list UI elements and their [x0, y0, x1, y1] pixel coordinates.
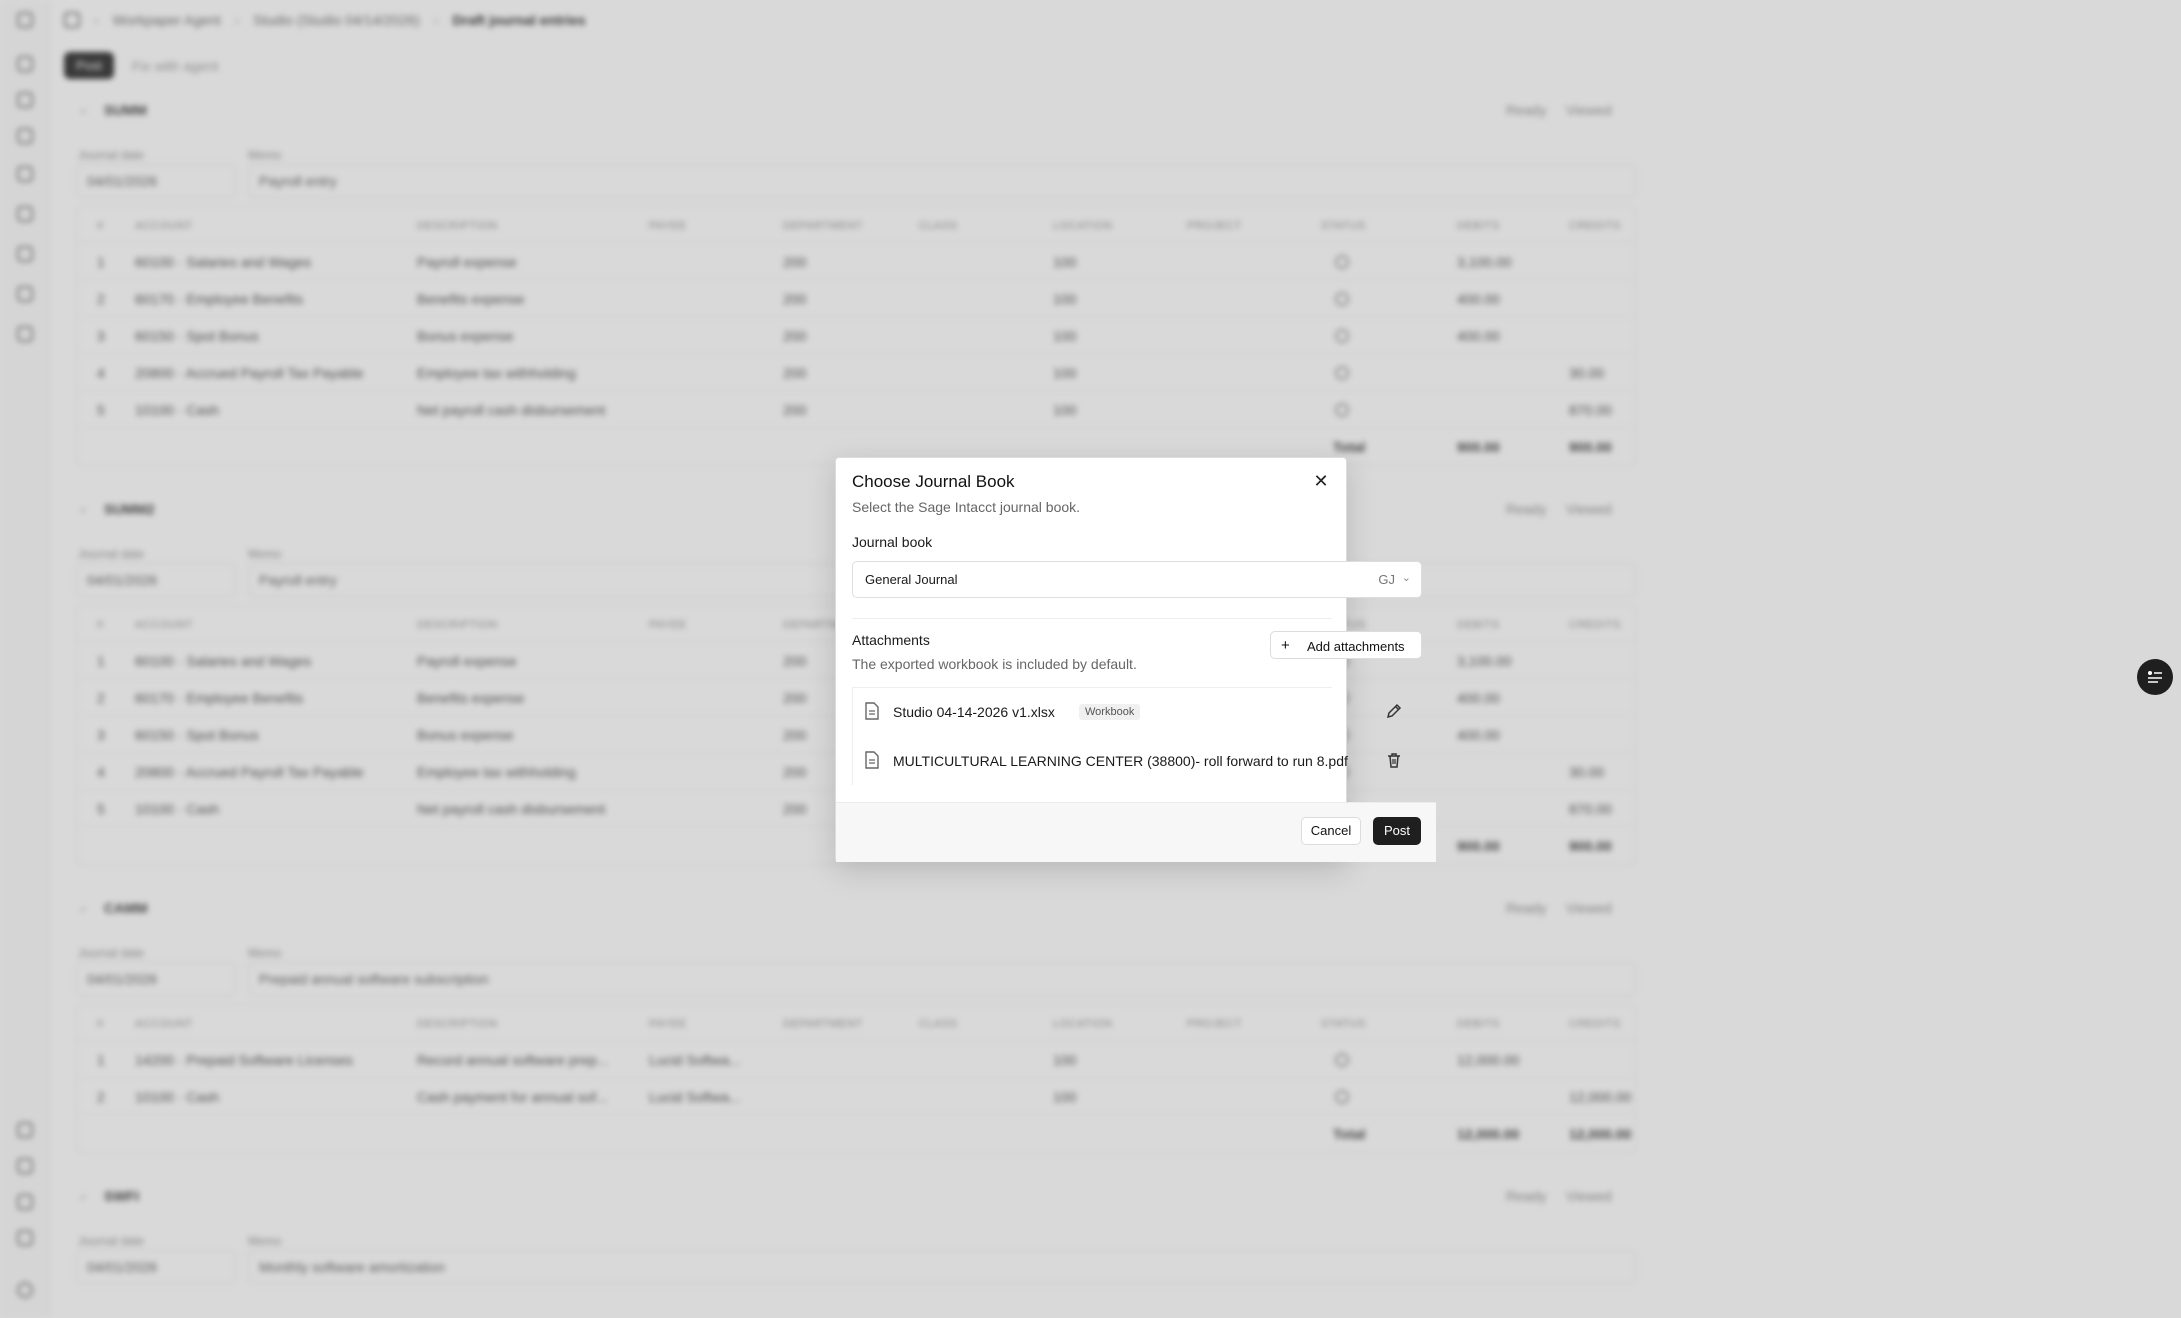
journal-book-code: GJ: [1378, 572, 1395, 587]
journal-book-select[interactable]: General Journal GJ ⌄: [852, 561, 1422, 598]
dialog-footer: Cancel Post: [836, 802, 1436, 862]
file-icon: [865, 751, 879, 769]
file-icon: [865, 702, 879, 720]
choose-journal-book-dialog: Choose Journal Book Select the Sage Inta…: [835, 457, 1436, 862]
attachment-name: MULTICULTURAL LEARNING CENTER (38800)- r…: [893, 753, 1348, 769]
cancel-button[interactable]: Cancel: [1301, 817, 1361, 845]
trash-icon[interactable]: [1385, 751, 1403, 769]
journal-book-label: Journal book: [852, 534, 933, 550]
dialog-title: Choose Journal Book: [852, 472, 1015, 491]
divider: [852, 618, 1332, 619]
attachments-list: Studio 04-14-2026 v1.xlsx Workbook MULTI…: [852, 687, 1402, 785]
chevron-down-icon: ⌄: [1401, 572, 1411, 584]
pencil-icon[interactable]: [1385, 702, 1403, 720]
attachments-subtitle: The exported workbook is included by def…: [852, 656, 1137, 672]
journal-book-value: General Journal: [865, 572, 958, 587]
post-button[interactable]: Post: [1373, 817, 1421, 845]
add-attachments-label: Add attachments: [1307, 639, 1405, 654]
close-icon[interactable]: ✕: [1310, 470, 1332, 492]
dialog-subtitle: Select the Sage Intacct journal book.: [852, 499, 1081, 515]
attachment-name: Studio 04-14-2026 v1.xlsx: [893, 704, 1055, 720]
attachments-label: Attachments: [852, 632, 930, 648]
attachment-row: Studio 04-14-2026 v1.xlsx Workbook: [853, 688, 1402, 736]
list-icon[interactable]: [2137, 659, 2173, 695]
plus-icon: +: [1281, 637, 1290, 654]
attachment-row: MULTICULTURAL LEARNING CENTER (38800)- r…: [853, 737, 1400, 785]
add-attachments-button[interactable]: + Add attachments: [1270, 631, 1422, 659]
workbook-badge: Workbook: [1079, 704, 1141, 720]
